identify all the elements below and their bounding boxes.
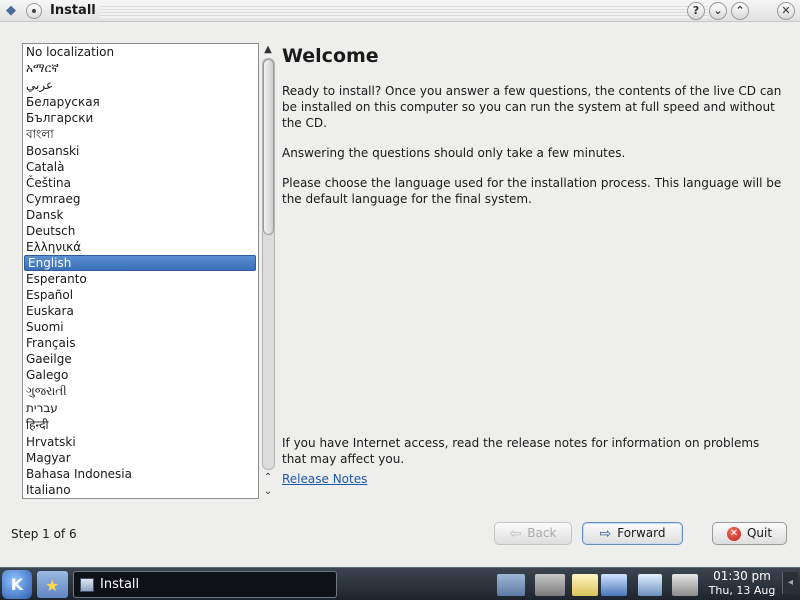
- network-manager-icon[interactable]: [535, 574, 565, 596]
- language-item[interactable]: Italiano: [23, 482, 258, 498]
- language-item[interactable]: Cymraeg: [23, 191, 258, 207]
- task-label: Install: [100, 577, 140, 592]
- language-item[interactable]: বাংলা: [23, 126, 258, 143]
- help-button[interactable]: ?: [687, 2, 705, 20]
- window-titlebar[interactable]: ◆ Install ? ⌄ ⌃ ✕: [0, 0, 800, 22]
- titlebar-decoration: [100, 4, 708, 18]
- clock-time[interactable]: 01:30 pm: [706, 569, 778, 584]
- language-item[interactable]: Bosanski: [23, 143, 258, 159]
- step-indicator: Step 1 of 6: [11, 527, 77, 541]
- language-item[interactable]: עברית: [23, 400, 258, 417]
- taskbar-task-install[interactable]: Install: [73, 571, 337, 598]
- language-item[interactable]: Беларуская: [23, 94, 258, 110]
- language-item[interactable]: No localization: [23, 44, 258, 60]
- language-item[interactable]: Gaeilge: [23, 351, 258, 367]
- forward-button[interactable]: ⇨ Forward: [582, 522, 683, 545]
- intro-paragraph: Ready to install? Once you answer a few …: [282, 84, 782, 130]
- forward-arrow-icon: ⇨: [599, 525, 612, 542]
- clock-date[interactable]: Thu, 13 Aug: [706, 584, 778, 598]
- back-label: Back: [527, 526, 557, 540]
- usb-device-icon[interactable]: [672, 574, 698, 596]
- language-item[interactable]: Euskara: [23, 303, 258, 319]
- minimize-button[interactable]: ⌄: [709, 2, 727, 20]
- maximize-button[interactable]: ⌃: [731, 2, 749, 20]
- language-item[interactable]: Español: [23, 287, 258, 303]
- language-item[interactable]: हिन्दी: [23, 417, 258, 434]
- kde-menu-button[interactable]: K: [2, 570, 32, 599]
- quit-button[interactable]: ✕ Quit: [712, 522, 787, 545]
- language-item[interactable]: Esperanto: [23, 271, 258, 287]
- star-icon: ★: [45, 576, 60, 595]
- language-item[interactable]: Català: [23, 159, 258, 175]
- back-button[interactable]: ⇦ Back: [494, 522, 572, 545]
- clipboard-icon[interactable]: [572, 574, 598, 596]
- window-title: Install: [50, 3, 96, 18]
- language-list-scrollbar[interactable]: [262, 58, 275, 470]
- language-list[interactable]: No localization አማርኛ عربي Беларуская Българс…: [22, 43, 259, 499]
- pager-desktop-1[interactable]: [497, 574, 525, 596]
- language-item[interactable]: Magyar: [23, 450, 258, 466]
- scroll-up-arrow-icon[interactable]: ▲: [261, 44, 275, 56]
- language-instructions: Please choose the language used for the …: [282, 176, 782, 206]
- panel-collapse-icon[interactable]: ◂: [782, 572, 798, 594]
- language-item[interactable]: አማርኛ: [23, 60, 258, 77]
- pin-icon[interactable]: [26, 3, 42, 19]
- language-item[interactable]: English: [24, 255, 256, 271]
- language-item[interactable]: Suomi: [23, 319, 258, 335]
- language-item[interactable]: عربي: [23, 77, 258, 94]
- window-menu-icon[interactable]: ◆: [3, 3, 19, 19]
- scroll-down-arrow-icon[interactable]: ⌄: [261, 486, 275, 498]
- duration-paragraph: Answering the questions should only take…: [282, 146, 626, 160]
- back-arrow-icon: ⇦: [509, 525, 522, 542]
- language-item[interactable]: Ελληνικά: [23, 239, 258, 255]
- language-item[interactable]: Čeština: [23, 175, 258, 191]
- language-item[interactable]: Hrvatski: [23, 434, 258, 450]
- display-icon[interactable]: [601, 574, 627, 596]
- quit-label: Quit: [746, 526, 773, 540]
- page-title: Welcome: [282, 45, 379, 67]
- language-item[interactable]: Galego: [23, 367, 258, 383]
- update-notifier-icon[interactable]: [638, 574, 662, 596]
- taskbar: K ★ Install: [0, 567, 800, 600]
- quit-icon: ✕: [726, 526, 741, 541]
- release-notes-link[interactable]: Release Notes: [282, 472, 367, 486]
- scroll-up-small-arrow-icon[interactable]: ⌃: [261, 472, 275, 484]
- window-icon: [80, 577, 94, 592]
- language-item[interactable]: Bahasa Indonesia: [23, 466, 258, 482]
- scrollbar-thumb[interactable]: [263, 59, 274, 235]
- forward-label: Forward: [617, 526, 666, 540]
- release-notes-paragraph: If you have Internet access, read the re…: [282, 436, 760, 466]
- language-item[interactable]: Български: [23, 110, 258, 126]
- language-item[interactable]: ગુજરાતી: [23, 383, 258, 400]
- close-button[interactable]: ✕: [777, 2, 795, 20]
- language-item[interactable]: Français: [23, 335, 258, 351]
- language-item[interactable]: Deutsch: [23, 223, 258, 239]
- language-item[interactable]: Dansk: [23, 207, 258, 223]
